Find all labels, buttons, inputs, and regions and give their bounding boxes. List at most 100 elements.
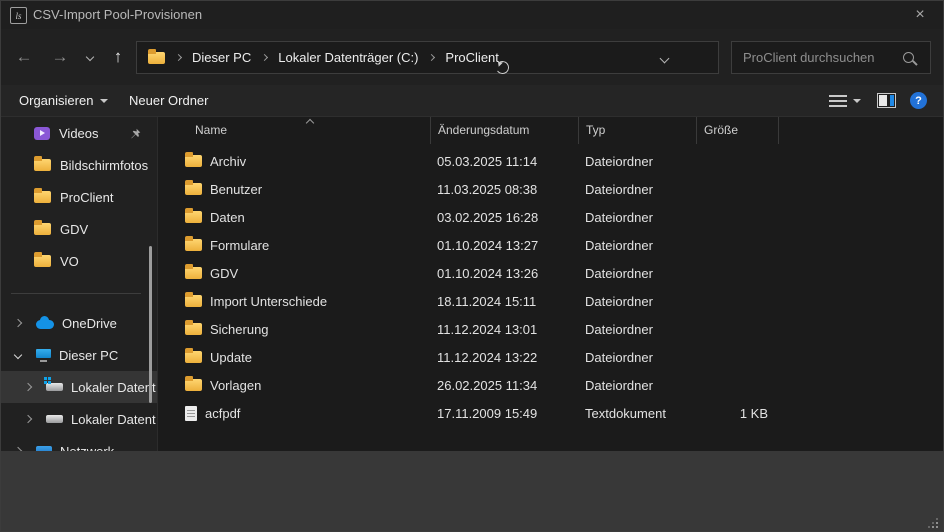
help-icon: ? [910, 92, 927, 109]
file-type-icon [185, 295, 202, 307]
file-name-cell: Formulare [158, 238, 430, 253]
file-name-cell: acfpdf [158, 406, 430, 421]
sidebar-item[interactable]: Videos [1, 117, 157, 149]
breadcrumb-separator-icon [261, 54, 268, 61]
folder-icon [148, 52, 165, 64]
back-button[interactable]: ← [11, 43, 37, 71]
file-name-cell: Vorlagen [158, 378, 430, 393]
history-dropdown-button[interactable] [81, 43, 99, 71]
file-kind: Dateiordner [578, 378, 696, 393]
file-row[interactable]: GDV 01.10.2024 13:26 Dateiordner [158, 259, 943, 287]
chevron-icon [14, 351, 22, 359]
breadcrumb-item[interactable]: ProClient [445, 50, 498, 65]
chevron-icon [14, 319, 22, 327]
column-header-date[interactable]: Änderungsdatum [430, 117, 578, 144]
sidebar-item-label: GDV [60, 222, 88, 237]
file-name: Formulare [210, 238, 269, 253]
file-type-icon [185, 351, 202, 363]
help-button[interactable]: ? [910, 85, 927, 116]
refresh-icon[interactable] [495, 60, 510, 75]
file-row[interactable]: Formulare 01.10.2024 13:27 Dateiordner [158, 231, 943, 259]
breadcrumb: Dieser PC Lokaler Datenträger (C:) ProCl… [136, 41, 719, 74]
resize-grip[interactable] [928, 518, 938, 528]
column-header-name[interactable]: Name [158, 117, 430, 144]
file-date: 11.12.2024 13:22 [430, 350, 578, 365]
chevron-icon [24, 383, 32, 391]
breadcrumb-item[interactable]: Lokaler Datenträger (C:) [278, 50, 418, 65]
close-button[interactable]: × [897, 1, 943, 29]
file-date: 11.03.2025 08:38 [430, 182, 578, 197]
new-folder-button[interactable]: Neuer Ordner [129, 85, 208, 116]
file-date: 17.11.2009 15:49 [430, 406, 578, 421]
file-row[interactable]: Import Unterschiede 18.11.2024 15:11 Dat… [158, 287, 943, 315]
file-kind: Dateiordner [578, 322, 696, 337]
file-type-icon [185, 155, 202, 167]
window-title: CSV-Import Pool-Provisionen [33, 1, 202, 29]
preview-pane-button[interactable] [877, 85, 896, 116]
file-kind: Dateiordner [578, 294, 696, 309]
sidebar-item-label: Bildschirmfotos [60, 158, 148, 173]
details-view-icon [829, 95, 847, 107]
expand-chevron-button[interactable] [11, 320, 25, 326]
breadcrumb-item[interactable]: Dieser PC [192, 50, 251, 65]
file-name-cell: Update [158, 350, 430, 365]
sidebar-scrollbar-thumb[interactable] [149, 246, 152, 403]
sidebar-item[interactable]: Lokaler Datent [1, 371, 157, 403]
sidebar-item[interactable]: ProClient [1, 181, 157, 213]
sidebar-item[interactable]: Dieser PC [1, 339, 157, 371]
file-name: Sicherung [210, 322, 269, 337]
sidebar: Videos Bildschirmfotos ProClient [1, 117, 157, 451]
sidebar-item[interactable]: Lokaler Datent [1, 403, 157, 435]
sidebar-item[interactable]: Netzwerk [1, 435, 157, 451]
expand-chevron-button[interactable] [21, 416, 35, 422]
expand-chevron-button[interactable] [11, 352, 25, 358]
up-button[interactable]: ↑ [105, 43, 131, 71]
sidebar-item[interactable]: VO [1, 245, 157, 277]
file-type-icon [185, 183, 202, 195]
view-mode-button[interactable] [829, 85, 861, 116]
sidebar-item[interactable]: GDV [1, 213, 157, 245]
file-open-dialog: ls CSV-Import Pool-Provisionen × ← → ↑ D… [0, 0, 944, 532]
expand-chevron-button[interactable] [21, 384, 35, 390]
file-date: 01.10.2024 13:26 [430, 266, 578, 281]
address-dropdown-button[interactable] [660, 54, 670, 64]
file-name: Import Unterschiede [210, 294, 327, 309]
file-row[interactable]: Benutzer 11.03.2025 08:38 Dateiordner [158, 175, 943, 203]
file-row[interactable]: Sicherung 11.12.2024 13:01 Dateiordner [158, 315, 943, 343]
new-folder-label: Neuer Ordner [129, 93, 208, 108]
file-name: Archiv [210, 154, 246, 169]
sidebar-item[interactable]: OneDrive [1, 307, 157, 339]
sidebar-item-icon [34, 127, 50, 140]
app-icon: ls [10, 7, 27, 24]
file-date: 26.02.2025 11:34 [430, 378, 578, 393]
file-date: 05.03.2025 11:14 [430, 154, 578, 169]
sidebar-item-icon [46, 415, 63, 423]
file-type-icon [185, 323, 202, 335]
sidebar-separator [11, 293, 141, 294]
column-header-type[interactable]: Typ [578, 117, 696, 144]
file-row[interactable]: Update 11.12.2024 13:22 Dateiordner [158, 343, 943, 371]
sidebar-item-label: VO [60, 254, 79, 269]
footer: Dateiname: Import-Datei (*.csv *.txt *.x… [1, 451, 943, 532]
file-row[interactable]: acfpdf 17.11.2009 15:49 Textdokument 1 K… [158, 399, 943, 427]
file-date: 18.11.2024 15:11 [430, 294, 578, 309]
forward-button[interactable]: → [47, 43, 73, 71]
sidebar-item-icon [46, 383, 63, 391]
file-list: Name Änderungsdatum Typ Größe Archiv 05.… [157, 117, 943, 451]
caret-down-icon[interactable] [853, 99, 861, 103]
file-kind: Textdokument [578, 406, 696, 421]
file-rows: Archiv 05.03.2025 11:14 Dateiordner Benu… [158, 147, 943, 427]
preview-pane-icon [877, 93, 896, 108]
sidebar-item[interactable]: Bildschirmfotos [1, 149, 157, 181]
file-size: 1 KB [696, 406, 778, 421]
search-input[interactable] [732, 50, 903, 65]
column-header-size[interactable]: Größe [696, 117, 778, 144]
file-row[interactable]: Archiv 05.03.2025 11:14 Dateiordner [158, 147, 943, 175]
file-name: Daten [210, 210, 245, 225]
organize-button[interactable]: Organisieren [19, 85, 108, 116]
file-row[interactable]: Vorlagen 26.02.2025 11:34 Dateiordner [158, 371, 943, 399]
column-header-spacer [778, 117, 943, 144]
search-icon [903, 52, 914, 63]
file-name: GDV [210, 266, 238, 281]
file-row[interactable]: Daten 03.02.2025 16:28 Dateiordner [158, 203, 943, 231]
